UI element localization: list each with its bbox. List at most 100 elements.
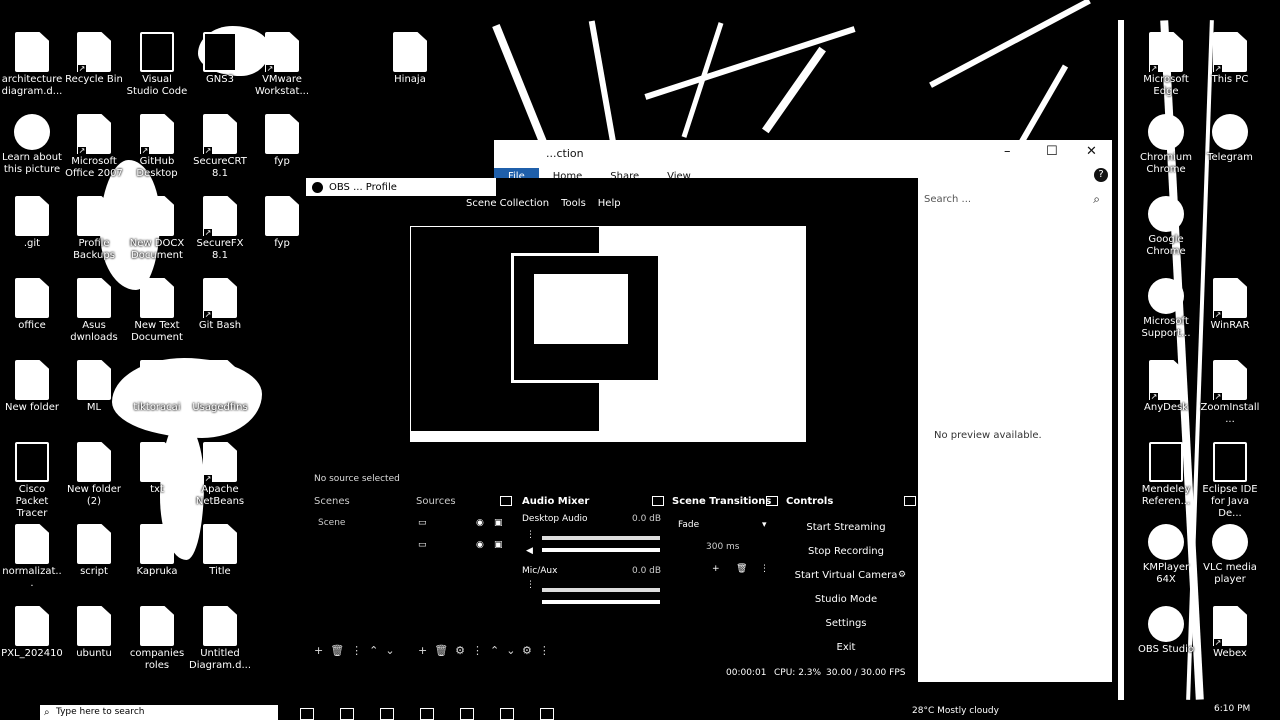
desktop-icon[interactable]: New Text Document <box>125 272 189 352</box>
add-icon[interactable]: + <box>712 564 720 574</box>
lock-icon[interactable]: ▣ <box>494 518 503 528</box>
chevron-down-icon[interactable]: ▾ <box>762 520 767 530</box>
eye-icon[interactable]: ◉ <box>476 540 484 550</box>
desktop-icon[interactable]: Kapruka <box>125 518 189 598</box>
desktop-icon[interactable]: tiktoracai <box>125 354 189 434</box>
desktop-icon[interactable]: ↗ Git Bash <box>188 272 252 352</box>
taskbar-search-input[interactable]: ⌕ Type here to search <box>40 705 278 720</box>
trash-icon[interactable]: 🗑 <box>736 564 747 574</box>
desktop-icon[interactable]: ↗ Apache NetBeans <box>188 436 252 516</box>
desktop-icon[interactable]: ubuntu <box>62 600 126 680</box>
start-virtual-camera-button[interactable]: Start Virtual Camera <box>786 570 906 581</box>
file-explorer-taskbar-icon[interactable] <box>340 708 354 720</box>
dock-undock-icon[interactable] <box>652 496 664 506</box>
desktop-icon[interactable]: Usagedfins <box>188 354 252 434</box>
system-clock[interactable]: 6:10 PM <box>1214 704 1250 714</box>
desktop-icon[interactable]: Cisco Packet Tracer <box>0 436 64 519</box>
desktop-icon[interactable]: Visual Studio Code <box>125 26 189 106</box>
desktop-icon[interactable]: Hinaja <box>378 26 442 106</box>
exit-button[interactable]: Exit <box>786 642 906 653</box>
desktop-icon[interactable]: GNS3 <box>188 26 252 106</box>
desktop-icon[interactable]: fyp <box>250 190 314 270</box>
desktop-icon[interactable]: ↗ Microsoft Office 2007 <box>62 108 126 188</box>
desktop-icon[interactable]: Untitled Diagram.d... <box>188 600 252 680</box>
settings-button[interactable]: Settings <box>786 618 906 629</box>
chrome-taskbar-icon[interactable] <box>500 708 514 720</box>
desktop-icon[interactable]: office <box>0 272 64 352</box>
desktop-icon[interactable]: KMPlayer 64X <box>1134 518 1198 598</box>
desktop-icon[interactable]: New folder (2) <box>62 436 126 516</box>
desktop-icon[interactable]: architecture diagram.d... <box>0 26 64 106</box>
desktop-icon[interactable]: ↗ SecureFX 8.1 <box>188 190 252 270</box>
lock-icon[interactable]: ▣ <box>494 540 503 550</box>
mail-taskbar-icon[interactable] <box>460 708 474 720</box>
desktop-icon[interactable]: ↗ GitHub Desktop <box>125 108 189 188</box>
desktop-icon[interactable]: Profile Backups <box>62 190 126 270</box>
desktop-icon[interactable]: ↗ ZoomInstall... <box>1198 354 1262 434</box>
desktop-icon[interactable]: VLC media player <box>1198 518 1262 598</box>
obs-titlebar[interactable]: OBS ... Profile <box>306 178 496 196</box>
scene-toolbar-icons[interactable]: + 🗑 ⋮ ⌃ ⌄ <box>314 644 395 657</box>
kebab-menu-icon[interactable]: ⋮ <box>760 564 769 574</box>
desktop-icon[interactable]: Title <box>188 518 252 598</box>
desktop-icon[interactable]: Eclipse IDE for Java De... <box>1198 436 1262 519</box>
desktop-icon[interactable]: normalizat... <box>0 518 64 598</box>
maximize-icon[interactable]: ☐ <box>1046 144 1058 159</box>
source-toolbar-icons[interactable]: + 🗑 ⚙ ⋮ ⌃ ⌄ <box>418 644 515 657</box>
stop-recording-button[interactable]: Stop Recording <box>786 546 906 557</box>
desktop-icon[interactable]: OBS Studio <box>1134 600 1198 680</box>
desktop-icon[interactable]: Mendeley Referen... <box>1134 436 1198 516</box>
studio-mode-button[interactable]: Studio Mode <box>786 594 906 605</box>
desktop-icon[interactable]: Google Chrome <box>1134 190 1198 270</box>
menu-scene-collection[interactable]: Scene Collection <box>466 198 549 209</box>
obs-window[interactable]: OBS ... Profile Scene Collection Tools H… <box>306 178 918 686</box>
speaker-icon[interactable]: ◀ <box>526 546 533 556</box>
mic-aux-volume-slider[interactable] <box>542 600 660 604</box>
obs-preview-canvas[interactable] <box>410 226 806 442</box>
edge-taskbar-icon[interactable] <box>380 708 394 720</box>
desktop-icon[interactable]: ↗ AnyDesk <box>1134 354 1198 434</box>
desktop-icon[interactable]: Microsoft Support... <box>1134 272 1198 352</box>
desktop-icon[interactable]: Asus dwnloads <box>62 272 126 352</box>
desktop-icon[interactable]: Telegram <box>1198 108 1262 188</box>
explorer-titlebar[interactable]: ...ction – ☐ ✕ <box>494 140 1112 166</box>
desktop-audio-volume-slider[interactable] <box>542 548 660 552</box>
dock-undock-icon[interactable] <box>904 496 916 506</box>
desktop-icon[interactable]: ↗ This PC <box>1198 26 1262 106</box>
kebab-menu-icon[interactable]: ⋮ <box>526 580 535 590</box>
desktop-icon[interactable]: script <box>62 518 126 598</box>
desktop-icon[interactable]: txt <box>125 436 189 516</box>
dock-undock-icon[interactable] <box>766 496 778 506</box>
desktop-icon[interactable]: ML <box>62 354 126 434</box>
eye-icon[interactable]: ◉ <box>476 518 484 528</box>
kebab-menu-icon[interactable]: ⋮ <box>526 530 535 540</box>
desktop-icon[interactable]: .git <box>0 190 64 270</box>
transition-type-select[interactable]: Fade <box>678 520 699 530</box>
help-icon[interactable]: ? <box>1094 168 1108 182</box>
task-view-icon[interactable] <box>300 708 314 720</box>
transition-duration-input[interactable]: 300 ms <box>706 542 740 552</box>
desktop-icon[interactable]: ↗ SecureCRT 8.1 <box>188 108 252 188</box>
desktop-icon[interactable]: ↗ Webex <box>1198 600 1262 680</box>
menu-tools[interactable]: Tools <box>561 198 586 209</box>
desktop-icon[interactable]: ↗ VMware Workstat... <box>250 26 314 106</box>
desktop-icon[interactable]: companies roles <box>125 600 189 680</box>
close-icon[interactable]: ✕ <box>1086 144 1097 159</box>
obs-taskbar-icon[interactable] <box>540 708 554 720</box>
desktop-icon[interactable]: ↗ Recycle Bin <box>62 26 126 106</box>
desktop-icon[interactable]: Chromium Chrome <box>1134 108 1198 188</box>
desktop-icon[interactable]: fyp <box>250 108 314 188</box>
desktop-icon[interactable]: ↗ Microsoft Edge <box>1134 26 1198 106</box>
desktop-icon[interactable]: Learn about this picture <box>0 108 64 188</box>
desktop-icon[interactable]: ↗ WinRAR <box>1198 272 1262 352</box>
desktop-icon[interactable]: New folder <box>0 354 64 434</box>
dock-undock-icon[interactable] <box>500 496 512 506</box>
scene-list-item[interactable]: Scene <box>318 518 345 528</box>
desktop-icon[interactable]: New DOCX Document <box>125 190 189 270</box>
menu-help[interactable]: Help <box>598 198 621 209</box>
minimize-icon[interactable]: – <box>1004 144 1011 159</box>
store-taskbar-icon[interactable] <box>420 708 434 720</box>
explorer-search-input[interactable]: Search ... ⌕ <box>918 192 1104 210</box>
start-streaming-button[interactable]: Start Streaming <box>786 522 906 533</box>
gear-icon[interactable]: ⚙ <box>898 570 906 580</box>
